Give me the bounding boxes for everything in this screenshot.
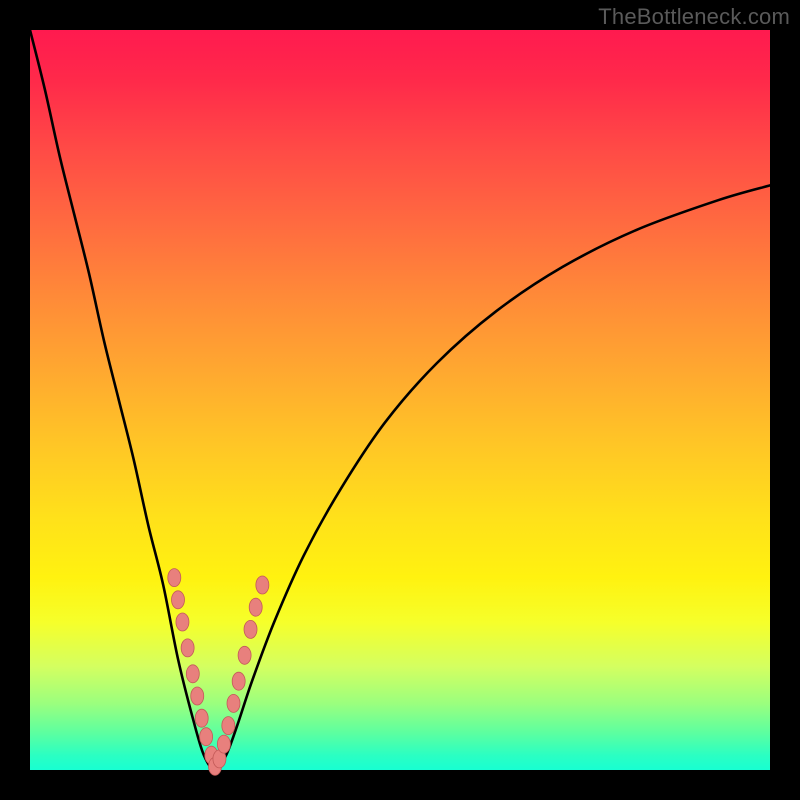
curve-marker [244, 620, 257, 638]
curve-marker [238, 646, 251, 664]
curve-marker [232, 672, 245, 690]
plot-area [30, 30, 770, 770]
curve-markers [168, 569, 269, 776]
bottleneck-curve-path [30, 30, 770, 770]
curve-marker [200, 728, 213, 746]
curve-marker [227, 694, 240, 712]
curve-marker [176, 613, 189, 631]
curve-marker [195, 709, 208, 727]
curve-marker [217, 735, 230, 753]
curve-marker [168, 569, 181, 587]
curve-marker [181, 639, 194, 657]
curve-marker [249, 598, 262, 616]
chart-frame: TheBottleneck.com [0, 0, 800, 800]
curve-marker [222, 717, 235, 735]
curve-marker [191, 687, 204, 705]
watermark-text: TheBottleneck.com [598, 4, 790, 30]
curve-marker [172, 591, 185, 609]
bottleneck-curve-svg [30, 30, 770, 770]
curve-marker [186, 665, 199, 683]
curve-marker [256, 576, 269, 594]
